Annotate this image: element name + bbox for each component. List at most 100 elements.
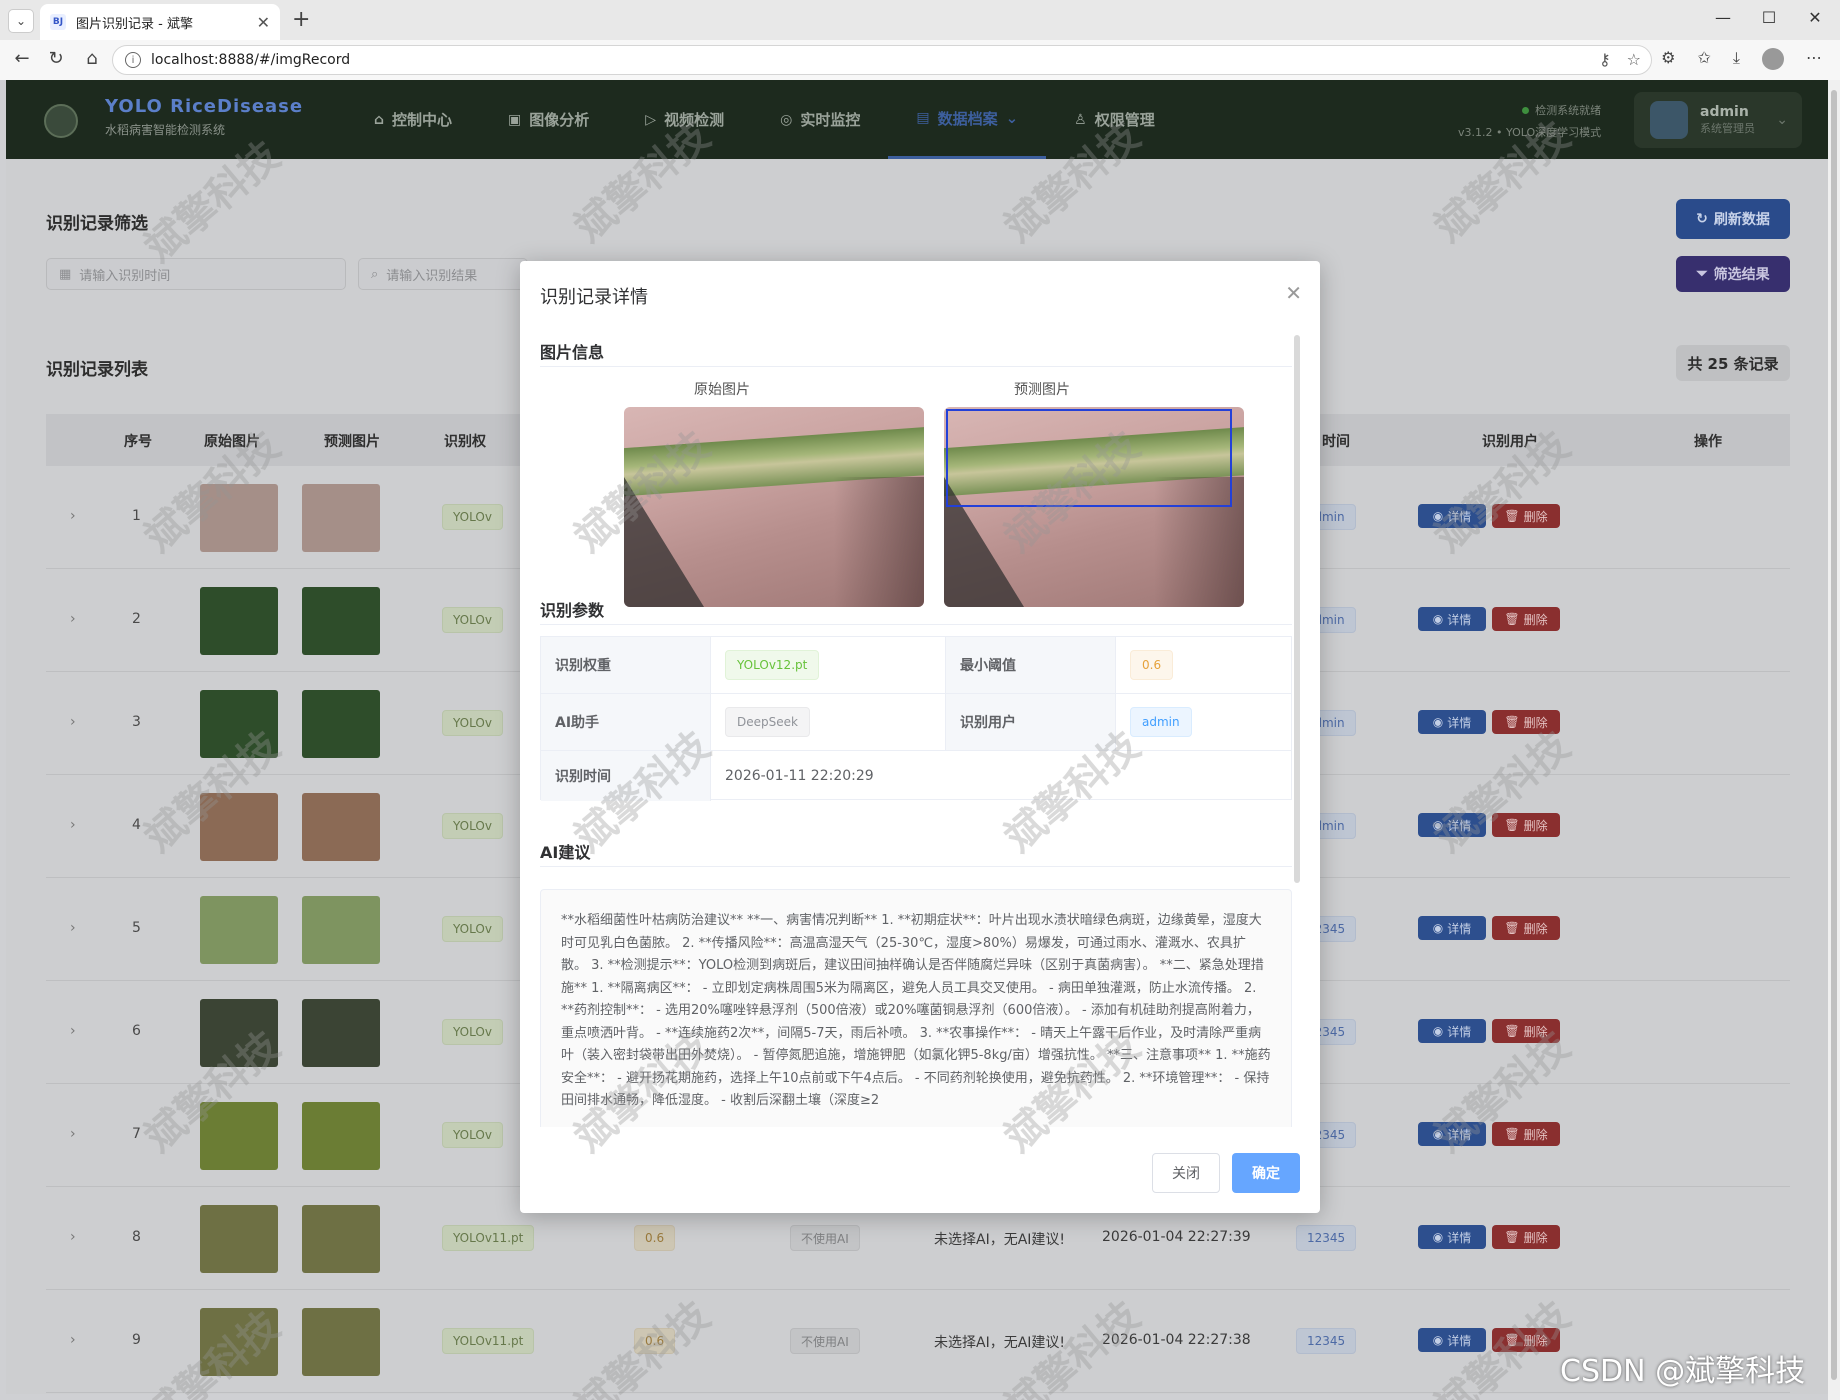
chevron-down-icon: ⌄ <box>1005 109 1019 127</box>
predicted-thumb[interactable] <box>302 587 380 655</box>
site-info-icon[interactable]: i <box>125 52 141 68</box>
expand-chevron-icon[interactable]: › <box>70 1332 76 1348</box>
version-text: v3.1.2 • YOLO深度学习模式 <box>1458 126 1602 139</box>
original-thumb[interactable] <box>200 690 278 758</box>
reload-icon[interactable]: ↻ <box>42 48 70 69</box>
ai-label: AI助手 <box>541 694 711 751</box>
original-thumb[interactable] <box>200 999 278 1067</box>
col-original: 原始图片 <box>204 434 260 450</box>
expand-chevron-icon[interactable]: › <box>70 1126 76 1142</box>
nav-permissions[interactable]: ♙ 权限管理 <box>1046 80 1183 159</box>
ai-suggestion-text: **水稻细菌性叶枯病防治建议** **一、病害情况判断** 1. **初期症状*… <box>540 889 1292 1127</box>
predicted-thumb[interactable] <box>302 896 380 964</box>
maximize-icon[interactable]: ☐ <box>1746 8 1792 27</box>
refresh-button[interactable]: ↻ 刷新数据 <box>1676 199 1790 239</box>
back-icon[interactable]: ← <box>8 48 36 69</box>
delete-button[interactable]: 🗑 删除 <box>1492 504 1560 528</box>
time-value: 2026-01-11 22:20:29 <box>725 768 874 784</box>
minimize-icon[interactable]: — <box>1700 8 1746 27</box>
detail-button[interactable]: ◉ 详情 <box>1418 1225 1486 1249</box>
detail-button[interactable]: ◉ 详情 <box>1418 1019 1486 1043</box>
original-thumb[interactable] <box>200 1102 278 1170</box>
predicted-thumb[interactable] <box>302 690 380 758</box>
delete-button[interactable]: 🗑 删除 <box>1492 607 1560 631</box>
expand-chevron-icon[interactable]: › <box>70 611 76 627</box>
delete-button[interactable]: 🗑 删除 <box>1492 1122 1560 1146</box>
nav-dashboard[interactable]: ⌂ 控制中心 <box>346 80 480 159</box>
detail-button[interactable]: ◉ 详情 <box>1418 710 1486 734</box>
ai-tag: 不使用AI <box>790 1328 860 1354</box>
trash-icon: 🗑 <box>1504 1333 1520 1347</box>
extensions-icon[interactable]: ⚙ <box>1661 48 1675 70</box>
favorites-icon[interactable]: ✩ <box>1698 48 1711 70</box>
expand-chevron-icon[interactable]: › <box>70 1229 76 1245</box>
detail-label: 详情 <box>1447 509 1472 524</box>
download-icon[interactable]: ⤓ <box>1733 48 1740 70</box>
delete-button[interactable]: 🗑 删除 <box>1492 1328 1560 1352</box>
confirm-button[interactable]: 确定 <box>1232 1153 1300 1193</box>
close-button[interactable]: 关闭 <box>1152 1153 1220 1193</box>
delete-button[interactable]: 🗑 删除 <box>1492 813 1560 837</box>
dialog-scrollbar[interactable] <box>1294 335 1300 883</box>
predicted-thumb[interactable] <box>302 1102 380 1170</box>
result-filter-input[interactable]: ⌕ 请输入识别结果 <box>358 258 528 290</box>
predicted-thumb[interactable] <box>302 1205 380 1273</box>
predicted-thumb[interactable] <box>302 1308 380 1376</box>
original-thumb[interactable] <box>200 1308 278 1376</box>
predicted-thumb[interactable] <box>302 484 380 552</box>
original-image[interactable] <box>624 407 924 607</box>
key-icon[interactable]: ⚷ <box>1599 50 1611 69</box>
delete-button[interactable]: 🗑 删除 <box>1492 710 1560 734</box>
tab-list-button[interactable]: ⌄ <box>8 9 34 33</box>
browser-tab[interactable]: BJ 图片识别记录 - 斌擎 ✕ <box>40 4 280 40</box>
original-thumb[interactable] <box>200 484 278 552</box>
dialog-body: 图片信息 原始图片 预测图片 识别参数 识别权重 YOLOv12.pt 最小阈值… <box>540 319 1292 1127</box>
user-menu[interactable]: admin 系统管理员 ⌄ <box>1634 92 1802 148</box>
nav-monitor[interactable]: ◎ 实时监控 <box>752 80 888 159</box>
delete-button[interactable]: 🗑 删除 <box>1492 1225 1560 1249</box>
detail-button[interactable]: ◉ 详情 <box>1418 813 1486 837</box>
delete-button[interactable]: 🗑 删除 <box>1492 1019 1560 1043</box>
predicted-image[interactable] <box>944 407 1244 607</box>
original-thumb[interactable] <box>200 793 278 861</box>
close-icon[interactable]: ✕ <box>1285 281 1302 305</box>
detail-button[interactable]: ◉ 详情 <box>1418 1122 1486 1146</box>
predicted-thumb[interactable] <box>302 793 380 861</box>
detail-button[interactable]: ◉ 详情 <box>1418 607 1486 631</box>
ai-tag: 不使用AI <box>790 1225 860 1251</box>
star-icon[interactable]: ☆ <box>1627 50 1641 69</box>
delete-label: 删除 <box>1523 715 1548 730</box>
home-icon[interactable]: ⌂ <box>78 48 106 69</box>
detail-button[interactable]: ◉ 详情 <box>1418 916 1486 940</box>
address-bar[interactable]: i localhost:8888/#/imgRecord ⚷ ☆ <box>112 45 1652 75</box>
list-title: 识别记录列表 <box>46 360 148 380</box>
new-tab-icon[interactable]: + <box>292 7 310 32</box>
time-placeholder: 请输入识别时间 <box>79 268 171 284</box>
scrollbar-thumb[interactable] <box>1831 90 1837 1380</box>
filter-button[interactable]: ⏷ 筛选结果 <box>1676 256 1790 292</box>
expand-chevron-icon[interactable]: › <box>70 920 76 936</box>
close-tab-icon[interactable]: ✕ <box>257 13 270 32</box>
page-scrollbar[interactable] <box>1828 80 1840 1400</box>
expand-chevron-icon[interactable]: › <box>70 508 76 524</box>
nav-video[interactable]: ▷ 视频检测 <box>617 80 752 159</box>
time-filter-input[interactable]: ▦ 请输入识别时间 <box>46 258 346 290</box>
original-thumb[interactable] <box>200 1205 278 1273</box>
predicted-thumb[interactable] <box>302 999 380 1067</box>
expand-chevron-icon[interactable]: › <box>70 714 76 730</box>
expand-chevron-icon[interactable]: › <box>70 817 76 833</box>
more-icon[interactable]: ⋯ <box>1806 48 1822 70</box>
profile-icon[interactable] <box>1762 48 1784 70</box>
close-window-icon[interactable]: ✕ <box>1792 8 1838 27</box>
delete-label: 删除 <box>1523 921 1548 936</box>
predicted-caption: 预测图片 <box>1014 382 1070 398</box>
expand-chevron-icon[interactable]: › <box>70 1023 76 1039</box>
original-thumb[interactable] <box>200 587 278 655</box>
nav-image-analysis[interactable]: ▣ 图像分析 <box>480 80 617 159</box>
nav-records[interactable]: ▤ 数据档案 ⌄ <box>888 80 1047 159</box>
original-thumb[interactable] <box>200 896 278 964</box>
row-index: 6 <box>132 1023 141 1039</box>
detail-button[interactable]: ◉ 详情 <box>1418 1328 1486 1352</box>
detail-button[interactable]: ◉ 详情 <box>1418 504 1486 528</box>
delete-button[interactable]: 🗑 删除 <box>1492 916 1560 940</box>
